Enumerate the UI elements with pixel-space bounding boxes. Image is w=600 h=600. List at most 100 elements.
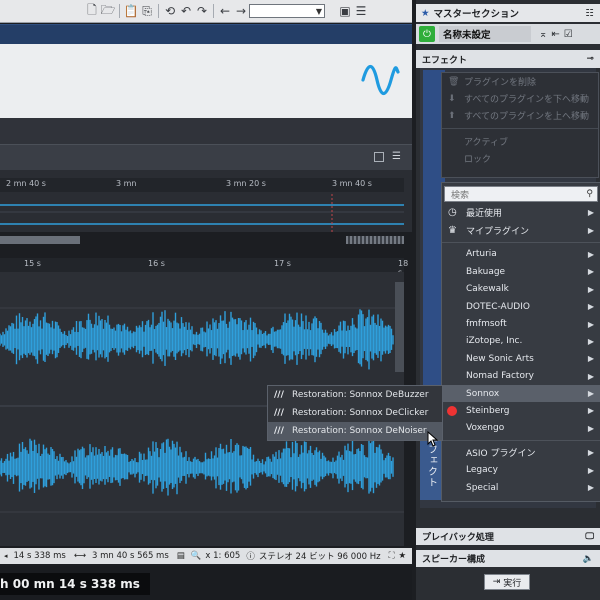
menu-item-remove-plugin[interactable]: 🗑 プラグインを削除 <box>442 73 598 90</box>
export-icon: ⇥ <box>492 577 501 587</box>
menu-item-move-down[interactable]: ⬇ すべてのプラグインを下へ移動 <box>442 90 598 107</box>
reset-icon[interactable]: ⇤ <box>551 29 559 40</box>
open-folder-icon[interactable]: 🗁 <box>100 3 116 19</box>
check-icon[interactable]: ☑ <box>564 29 573 40</box>
maximize-icon[interactable] <box>374 152 384 162</box>
submenu-arrow-icon: ▶ <box>587 249 594 259</box>
submenu-arrow-icon: ▶ <box>587 448 594 458</box>
search-icon: ⚲ <box>586 189 593 199</box>
menu-item-vendor[interactable]: Cakewalk ▶ <box>442 281 600 298</box>
overview-scrollbar-thumb[interactable] <box>0 236 80 244</box>
menu-item-vendor[interactable]: DOTEC-AUDIO ▶ <box>442 298 600 315</box>
menu-item-special[interactable]: Special ▶ <box>442 479 600 496</box>
paste-icon[interactable]: ⎘ <box>139 3 155 19</box>
overview-track[interactable]: 2 mn 40 s 3 mn 3 mn 20 s 3 mn 40 s <box>0 170 412 244</box>
overview-ruler[interactable]: 2 mn 40 s 3 mn 3 mn 20 s 3 mn 40 s <box>0 178 404 192</box>
speaker-config-header[interactable]: スピーカー構成 🔈 <box>416 550 600 567</box>
menu-icon[interactable]: ☷ <box>585 8 594 19</box>
menu-item-label: ロック <box>464 155 492 165</box>
menu-separator <box>442 440 600 442</box>
menu-item-label: DOTEC-AUDIO <box>466 301 530 312</box>
menu-item-label: すべてのプラグインを上へ移動 <box>464 112 590 122</box>
submenu-arrow-icon: ▶ <box>587 371 594 381</box>
menu-item-active[interactable]: アクティブ <box>442 133 598 150</box>
menu-item-debuzzer[interactable]: /// Restoration: Sonnox DeBuzzer <box>268 386 442 404</box>
menu-item-label: アクティブ <box>464 138 509 148</box>
power-icon[interactable]: ⏻ <box>419 26 435 42</box>
collapse-icon[interactable]: ⊸ <box>586 54 594 64</box>
menu-item-vendor[interactable]: Steinberg ▶ <box>442 402 600 419</box>
plugin-icon: /// <box>274 408 284 418</box>
menu-item-vendor[interactable]: New Sonic Arts ▶ <box>442 350 600 367</box>
top-toolbar: 🗋 🗁 📋 ⎘ ⟲ ↶ ↷ ← → ▼ ▣ ☰ <box>0 0 412 23</box>
menu-item-label: Special <box>466 482 499 493</box>
menu-item-vendor[interactable]: Voxengo ▶ <box>442 420 600 437</box>
menu-item-label: Voxengo <box>466 423 505 434</box>
star-icon[interactable]: ★ <box>399 551 407 561</box>
playback-processing-header[interactable]: プレイバック処理 🖵 <box>416 528 600 545</box>
menu-item-vendor[interactable]: Sonnox ▶ <box>442 384 600 403</box>
undo-icon[interactable]: ↶ <box>178 3 194 19</box>
ruler-tick-label: 16 s <box>148 259 165 268</box>
waveform-header-area <box>0 44 412 118</box>
menu-item-label: Restoration: Sonnox DeNoiser <box>292 426 427 436</box>
preset-name[interactable]: 名称未設定 <box>439 26 531 42</box>
back-arrow-icon[interactable]: ← <box>217 3 233 19</box>
submenu-arrow-icon: ▶ <box>587 465 594 475</box>
menu-item-label: Nomad Factory <box>466 371 534 382</box>
history-icon[interactable]: ⟲ <box>162 3 178 19</box>
left-channel-waveform <box>0 309 394 370</box>
forward-arrow-icon[interactable]: → <box>233 3 249 19</box>
redo-icon[interactable]: ↷ <box>194 3 210 19</box>
overview-zoom-slider[interactable] <box>346 236 404 244</box>
submenu-arrow-icon: ▶ <box>587 319 594 329</box>
plugin-search-field[interactable]: 検索 ⚲ <box>444 186 598 202</box>
crown-icon: ♛ <box>448 224 457 236</box>
main-ruler[interactable]: 15 s 16 s 17 s 18 s <box>0 258 408 277</box>
menu-item-my-plugins[interactable]: ♛ マイプラグイン ▶ <box>442 221 600 238</box>
menu-item-vendor[interactable]: iZotope, Inc. ▶ <box>442 333 600 350</box>
star-icon: ★ <box>421 7 430 19</box>
menu-item-declicker[interactable]: /// Restoration: Sonnox DeClicker <box>268 404 442 422</box>
arrow-up-icon: ⬆ <box>448 110 456 121</box>
menu-item-label: 最近使用 <box>466 209 503 220</box>
preset-menu-icon[interactable]: ⌅ <box>539 29 547 40</box>
menu-item-asio[interactable]: ASIO プラグイン ▶ <box>442 444 600 461</box>
run-button[interactable]: ⇥ 実行 <box>484 574 530 590</box>
menu-item-label: Cakewalk <box>466 284 509 295</box>
snapshot-icon[interactable]: ▤ <box>177 551 185 561</box>
speaker-icon: 🔈 <box>582 553 594 564</box>
preset-row: ⏻ 名称未設定 ⌅ ⇤ ☑ <box>416 24 600 44</box>
menu-item-recent[interactable]: ◷ 最近使用 ▶ <box>442 204 600 221</box>
menu-icon[interactable]: ☰ <box>392 151 401 162</box>
submenu-arrow-icon: ▶ <box>587 336 594 346</box>
menu-item-label: iZotope, Inc. <box>466 336 523 347</box>
menu-item-vendor[interactable]: fmfmsoft ▶ <box>442 315 600 332</box>
info-icon: ⓘ <box>246 552 255 562</box>
menu-item-label: Sonnox <box>466 388 500 399</box>
caret-icon: ◂ <box>4 552 8 560</box>
marker-icon[interactable]: ⛶ <box>389 551 395 561</box>
sonnox-submenu: /// Restoration: Sonnox DeBuzzer /// Resto… <box>267 385 443 441</box>
menu-item-move-up[interactable]: ⬆ すべてのプラグインを上へ移動 <box>442 107 598 124</box>
new-file-icon[interactable]: 🗋 <box>84 3 100 19</box>
menu-item-denoiser[interactable]: /// Restoration: Sonnox DeNoiser <box>268 422 442 440</box>
menu-item-vendor[interactable]: Nomad Factory ▶ <box>442 368 600 385</box>
vertical-scrollbar[interactable] <box>395 282 404 372</box>
master-section-header: ★ マスターセクション ☷ <box>416 4 600 22</box>
chevron-down-icon: ▼ <box>315 6 322 16</box>
maximize-icon[interactable]: ▣ <box>337 3 353 19</box>
menu-item-vendor[interactable]: Arturia ▶ <box>442 246 600 263</box>
clipboard-icon[interactable]: 📋 <box>123 3 139 19</box>
time-display[interactable]: h 00 mn 14 s 338 ms <box>0 573 150 595</box>
arrow-down-icon: ⬇ <box>448 93 456 104</box>
clock-icon: ◷ <box>448 207 457 219</box>
menu-icon[interactable]: ☰ <box>353 3 369 19</box>
menu-item-lock[interactable]: ロック <box>442 150 598 167</box>
toolbar-separator <box>213 4 214 18</box>
menu-item-vendor[interactable]: Bakuage ▶ <box>442 263 600 280</box>
menu-item-legacy[interactable]: Legacy ▶ <box>442 461 600 478</box>
steinberg-logo-icon <box>447 405 457 416</box>
navigation-combo[interactable]: ▼ <box>249 4 325 18</box>
menu-item-label: Legacy <box>466 465 498 476</box>
